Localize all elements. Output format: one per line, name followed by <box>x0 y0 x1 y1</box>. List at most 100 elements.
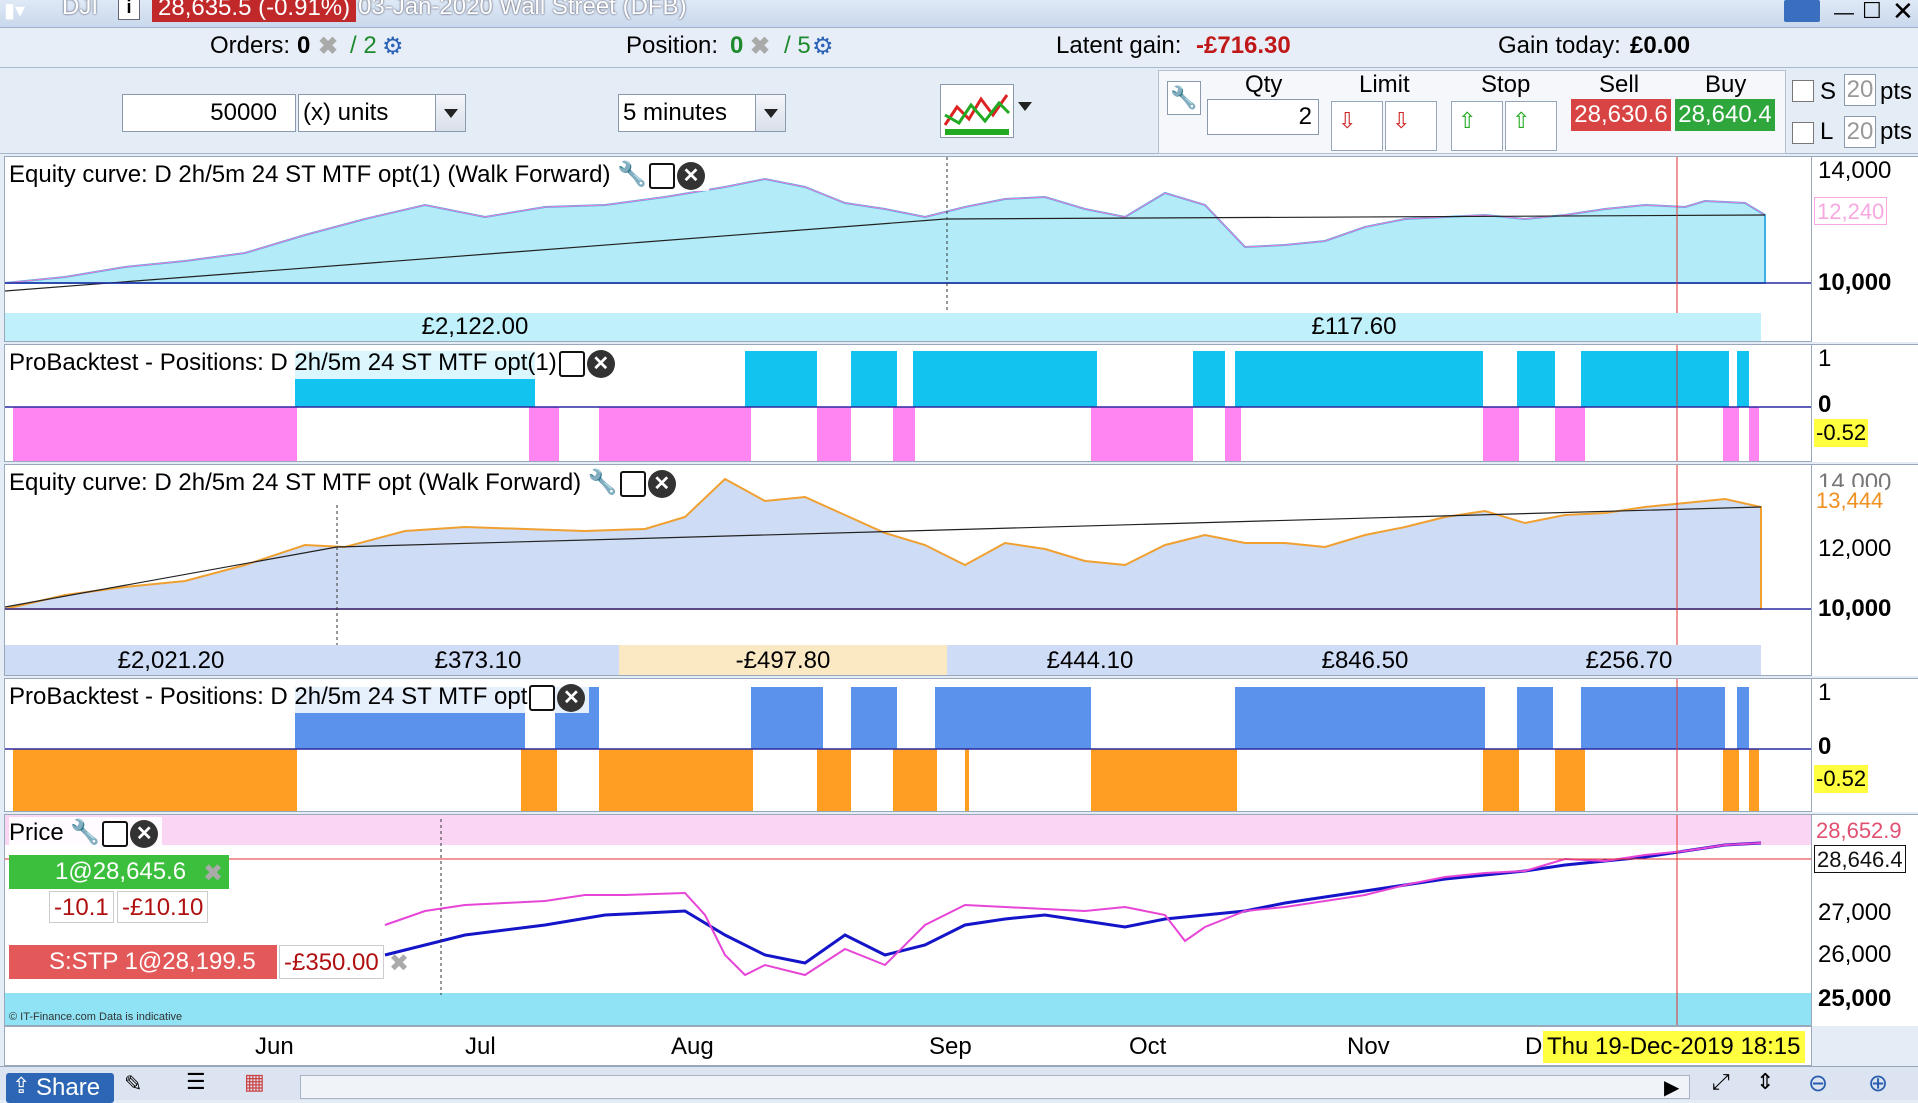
stop-checkbox[interactable] <box>1792 80 1814 102</box>
wrench-icon[interactable]: 🔧 <box>617 161 647 188</box>
stop-order-money: -£350.00 <box>279 945 384 979</box>
close-icon[interactable]: ✕ <box>677 161 706 190</box>
latent-gain-label: Latent gain: <box>1056 32 1182 59</box>
positions-panel-1[interactable]: ProBacktest - Positions: D 2h/5m 24 ST M… <box>4 344 1812 462</box>
limit-points-input[interactable]: 20 <box>1844 116 1876 148</box>
order-close-icon[interactable]: ✖ <box>203 859 223 888</box>
drawing-icon[interactable]: ✎ <box>124 1071 142 1097</box>
panel-title[interactable]: Equity curve: D 2h/5m 24 ST MTF opt(1) (… <box>9 159 710 191</box>
stop-close-icon[interactable]: ✖ <box>389 949 409 978</box>
symbol-label[interactable]: DJI <box>62 0 98 21</box>
symbol-menu-icon[interactable]: ▮▾ <box>4 0 25 23</box>
limit-checkbox-label: L <box>1820 118 1834 145</box>
equity-curve-panel-2[interactable]: Equity curve: D 2h/5m 24 ST MTF opt (Wal… <box>4 464 1812 676</box>
equity-curve-panel-1[interactable]: Equity curve: D 2h/5m 24 ST MTF opt(1) (… <box>4 156 1812 342</box>
keyboard-icon[interactable] <box>1784 0 1820 22</box>
close-window-icon[interactable]: ✕ <box>1892 0 1914 27</box>
qty-input[interactable]: 2 <box>1207 99 1319 135</box>
sell-button[interactable]: 28,630.6 <box>1571 99 1671 131</box>
limit-pts-label: pts <box>1880 118 1913 145</box>
title-bar: ▮▾ DJI i 28,635.5 (-0.91%) 03-Jan-2020 W… <box>0 0 1918 28</box>
window-icon[interactable] <box>529 684 556 711</box>
buy-label: Buy <box>1705 71 1747 98</box>
window-icon[interactable] <box>102 820 129 847</box>
position-value: 0 <box>730 32 744 59</box>
wrench-icon[interactable]: 🔧 <box>70 819 100 846</box>
y-axis-4[interactable]: 1 0 -0.52 <box>1812 678 1918 812</box>
units-type-select[interactable]: (x) units <box>298 94 466 132</box>
sell-label: Sell <box>1599 71 1640 98</box>
x-tick-month: Jun <box>255 1033 294 1060</box>
panel-title-text: ProBacktest - Positions: D 2h/5m 24 ST M… <box>9 683 528 710</box>
y-axis-2[interactable]: 1 0 -0.52 <box>1812 344 1918 462</box>
position-label: Position: <box>626 32 719 59</box>
chart-type-button[interactable] <box>940 84 1014 138</box>
panel-title-text: Price <box>9 819 64 846</box>
table-icon[interactable]: ▦ <box>244 1069 265 1095</box>
position-gear-icon[interactable]: ⚙ <box>812 32 834 61</box>
close-icon[interactable]: ✕ <box>557 683 586 712</box>
orders-gear-icon[interactable]: ⚙ <box>382 32 404 61</box>
performance-label: £846.50 <box>1321 647 1409 674</box>
minimize-icon[interactable]: — <box>1834 2 1854 25</box>
y-axis-5[interactable]: 28,652.9 28,646.4 27,000 26,000 25,000 <box>1812 814 1918 1026</box>
window-icon[interactable] <box>619 470 646 497</box>
y-tick: 27,000 <box>1818 899 1892 926</box>
orders-cancel-icon[interactable]: ✖ <box>318 32 338 61</box>
order-qty-text: 1@28,645.6 <box>55 858 187 885</box>
limit-checkbox[interactable] <box>1792 122 1814 144</box>
close-icon[interactable]: ✕ <box>586 349 615 378</box>
chevron-down-icon[interactable] <box>755 95 785 131</box>
panel-title[interactable]: Price 🔧 ✕ <box>9 817 163 849</box>
panel-title-text: ProBacktest - Positions: D 2h/5m 24 ST M… <box>9 349 557 376</box>
y-tick: 0 <box>1818 391 1832 418</box>
indicator-chart-icon <box>943 94 1011 135</box>
close-icon[interactable]: ✕ <box>130 819 159 848</box>
limit-buy-button[interactable]: ⇩ <box>1331 101 1383 151</box>
price-panel[interactable]: Price 🔧 ✕ 1@28,645.6 ✖ -10.1 -£10.10 S:ST… <box>4 814 1812 1026</box>
panel-title[interactable]: ProBacktest - Positions: D 2h/5m 24 ST M… <box>9 681 590 713</box>
wrench-icon[interactable]: 🔧 <box>1167 81 1201 115</box>
stop-buy-button[interactable]: ⇧ <box>1451 101 1503 151</box>
timeframe-select[interactable]: 5 minutes <box>618 94 786 132</box>
scroll-right-icon[interactable]: ▶ <box>1664 1075 1679 1100</box>
close-icon[interactable]: ✕ <box>647 469 676 498</box>
zoom-vertical-icon[interactable]: ⇕ <box>1756 1069 1774 1095</box>
list-icon[interactable]: ☰ <box>186 1069 206 1095</box>
y-tick: 25,000 <box>1818 985 1892 1012</box>
window-icon[interactable] <box>558 350 585 377</box>
y-axis-1[interactable]: 14,000 12,240 10,000 <box>1812 156 1918 342</box>
info-icon[interactable]: i <box>118 0 140 20</box>
buy-button[interactable]: 28,640.4 <box>1675 99 1775 131</box>
chart-type-dropdown-icon[interactable] <box>1018 102 1032 111</box>
account-info-bar: Orders: 0 ✖ / 2 ⚙ Position: 0 ✖ / 5 ⚙ La… <box>0 28 1918 68</box>
stop-order-badge[interactable]: S:STP 1@28,199.5 <box>9 945 277 979</box>
x-axis[interactable]: Jun Jul Aug Sep Oct Nov D Thu 19-Dec-201… <box>4 1026 1812 1066</box>
zoom-out-icon[interactable]: ⊖ <box>1808 1069 1828 1098</box>
position-close-icon[interactable]: ✖ <box>750 32 770 61</box>
wrench-icon[interactable]: 🔧 <box>588 469 618 496</box>
chevron-down-icon[interactable] <box>435 95 465 131</box>
zoom-in-icon[interactable]: ⊕ <box>1868 1069 1888 1098</box>
x-tick-month: Nov <box>1347 1033 1390 1060</box>
date-market-label: 03-Jan-2020 Wall Street (DFB) <box>358 0 687 20</box>
stop-order-text: S:STP 1@28,199.5 <box>49 948 256 975</box>
maximize-icon[interactable]: ☐ <box>1862 0 1882 24</box>
panel-title[interactable]: Equity curve: D 2h/5m 24 ST MTF opt (Wal… <box>9 467 680 499</box>
order-qty-badge[interactable]: 1@28,645.6 <box>9 855 229 889</box>
units-input[interactable]: 50000 <box>122 94 296 132</box>
x-tick-month: Sep <box>929 1033 972 1060</box>
bottom-toolbar: Share ⇪ ✎ ☰ ▦ ◀ ▶ ⤢ ⇕ ⊖ ⊕ <box>0 1066 1918 1103</box>
stop-sell-button[interactable]: ⇧ <box>1505 101 1557 151</box>
timeframe-label: 5 minutes <box>623 99 728 126</box>
panel-title-text: Equity curve: D 2h/5m 24 ST MTF opt (Wal… <box>9 469 582 496</box>
y-tick: 0 <box>1818 733 1832 760</box>
window-icon[interactable] <box>649 162 676 189</box>
panel-title[interactable]: ProBacktest - Positions: D 2h/5m 24 ST M… <box>9 347 619 379</box>
positions-panel-2[interactable]: ProBacktest - Positions: D 2h/5m 24 ST M… <box>4 678 1812 812</box>
fit-icon[interactable]: ⤢ <box>1712 1069 1730 1095</box>
stop-points-input[interactable]: 20 <box>1844 74 1876 106</box>
limit-sell-button[interactable]: ⇩ <box>1385 101 1437 151</box>
horizontal-scrollbar[interactable] <box>300 1075 1690 1099</box>
y-axis-3[interactable]: 14,000 13,444 12,000 10,000 <box>1812 464 1918 676</box>
